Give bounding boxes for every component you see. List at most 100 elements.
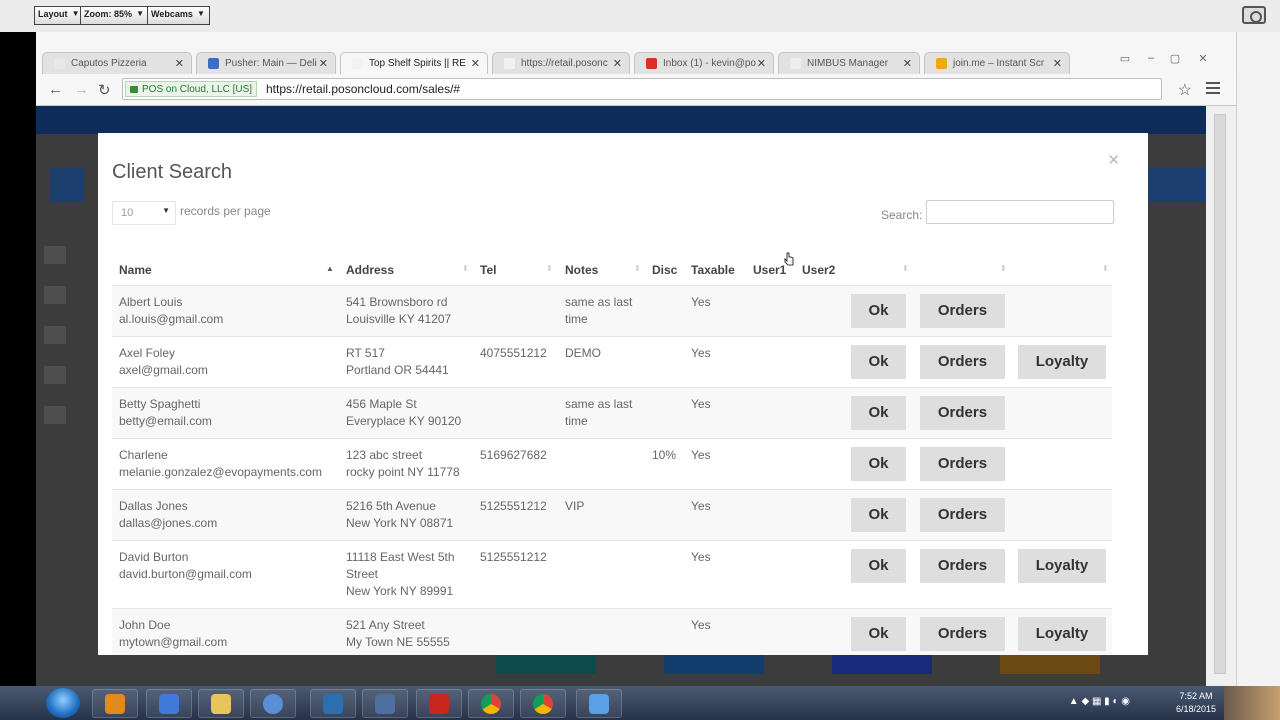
loyalty-button[interactable]: Loyalty	[1018, 549, 1106, 583]
tab-4[interactable]: Inbox (1) - kevin@po ✕	[634, 52, 774, 74]
loyalty-button[interactable]: Loyalty	[1018, 617, 1106, 651]
close-icon[interactable]: ✕	[1107, 151, 1120, 169]
page-length-select[interactable]: 10 ▼	[112, 201, 176, 225]
close-icon[interactable]: ✕	[471, 57, 480, 70]
ssl-badge[interactable]: POS on Cloud, LLC [US]	[125, 81, 258, 97]
start-button[interactable]	[46, 688, 80, 718]
orders-button[interactable]: Orders	[920, 549, 1005, 583]
forward-arrow-icon[interactable]: →	[74, 81, 89, 98]
minimize-icon[interactable]: –	[1140, 52, 1162, 66]
client-name-email[interactable]: Dallas Jones dallas@jones.com	[119, 498, 217, 532]
sort-icon[interactable]: ⬍	[1000, 264, 1007, 273]
maximize-icon[interactable]: ▢	[1164, 52, 1186, 66]
column-header-user2[interactable]: User2	[802, 263, 835, 277]
system-clock[interactable]: 7:52 AM 6/18/2015	[1176, 690, 1216, 716]
camera-icon[interactable]	[1242, 6, 1266, 24]
client-name-email[interactable]: Axel Foley axel@gmail.com	[119, 345, 208, 379]
back-arrow-icon[interactable]: ←	[48, 81, 63, 98]
hamburger-menu-icon[interactable]	[1206, 82, 1220, 94]
close-window-icon[interactable]: ✕	[1192, 52, 1214, 66]
tab-3[interactable]: https://retail.posonc ✕	[492, 52, 630, 74]
column-header-notes[interactable]: Notes	[565, 263, 598, 277]
close-icon[interactable]: ✕	[757, 57, 766, 70]
tab-5[interactable]: NIMBUS Manager ✕	[778, 52, 920, 74]
page-scrollbar[interactable]	[1206, 106, 1236, 686]
close-icon[interactable]: ✕	[319, 57, 328, 70]
ok-button[interactable]: Ok	[851, 498, 906, 532]
orders-button[interactable]: Orders	[920, 396, 1005, 430]
orders-button[interactable]: Orders	[920, 447, 1005, 481]
tab-label: Inbox (1) - kevin@po	[663, 58, 756, 69]
column-header-address[interactable]: Address	[346, 263, 394, 277]
filezilla-icon[interactable]	[416, 689, 462, 718]
layout-label: Layout	[38, 9, 68, 19]
ok-button[interactable]: Ok	[851, 549, 906, 583]
client-tel: 4075551212	[480, 346, 547, 360]
backdrop-block	[50, 168, 84, 202]
globe-icon[interactable]	[250, 689, 296, 718]
close-icon[interactable]: ✕	[1053, 57, 1062, 70]
taskbar: ▲ ◆ ▦ ▮ ◐ ◉ 7:52 AM 6/18/2015	[0, 686, 1280, 720]
search-label: Search:	[881, 208, 923, 222]
client-name-email[interactable]: Charlene melanie.gonzalez@evopayments.com	[119, 447, 322, 481]
close-icon[interactable]: ✕	[613, 57, 622, 70]
layout-dropdown[interactable]: Layout ▼	[34, 6, 85, 25]
orders-button[interactable]: Orders	[920, 498, 1005, 532]
client-notes: same as last time	[565, 294, 632, 328]
column-header-tel[interactable]: Tel	[480, 263, 496, 277]
chrome-icon-2[interactable]	[520, 689, 566, 718]
snowflake-icon[interactable]	[576, 689, 622, 718]
profile-icon[interactable]: ▭	[1114, 52, 1136, 66]
tab-1[interactable]: Pusher: Main — Deli ✕	[196, 52, 336, 74]
search-input[interactable]	[926, 200, 1114, 224]
ok-button[interactable]: Ok	[851, 294, 906, 328]
column-header-name[interactable]: Name	[119, 263, 152, 277]
tray-icons[interactable]: ▲ ◆ ▦ ▮ ◐ ◉	[1069, 696, 1130, 707]
remote-desktop-icon[interactable]	[310, 689, 356, 718]
show-desktop-button[interactable]	[1224, 686, 1280, 720]
column-header-disc[interactable]: Disc	[652, 263, 677, 277]
sort-icon[interactable]: ⬍	[634, 264, 641, 273]
zoom-dropdown[interactable]: Zoom: 85% ▼	[80, 6, 150, 25]
backdrop-block	[44, 326, 66, 344]
webcams-dropdown[interactable]: Webcams ▼	[147, 6, 210, 25]
orders-button[interactable]: Orders	[920, 617, 1005, 651]
tab-0[interactable]: Caputos Pizzeria ✕	[42, 52, 192, 74]
ok-button[interactable]: Ok	[851, 345, 906, 379]
close-icon[interactable]: ✕	[903, 57, 912, 70]
sort-icon[interactable]: ⬍	[1102, 264, 1109, 273]
backdrop-block	[44, 246, 66, 264]
reload-icon[interactable]: ↻	[98, 81, 111, 99]
notes-line: time	[565, 414, 588, 428]
client-tel: 5125551212	[480, 550, 547, 564]
bookmark-star-icon[interactable]: ☆	[1178, 80, 1192, 100]
client-name-email[interactable]: David Burton david.burton@gmail.com	[119, 549, 252, 583]
ok-button[interactable]: Ok	[851, 617, 906, 651]
client-name-email[interactable]: John Doe mytown@gmail.com	[119, 617, 227, 651]
sort-icon[interactable]: ⬍	[546, 264, 553, 273]
client-name-email[interactable]: Betty Spaghetti betty@email.com	[119, 396, 212, 430]
client-discount: 10%	[652, 448, 677, 462]
chrome-icon[interactable]	[468, 689, 514, 718]
media-player-icon[interactable]	[92, 689, 138, 718]
client-name-email[interactable]: Albert Louis al.louis@gmail.com	[119, 294, 223, 328]
close-icon[interactable]: ✕	[175, 57, 184, 70]
file-explorer-icon[interactable]	[198, 689, 244, 718]
orders-button[interactable]: Orders	[920, 345, 1005, 379]
network-icon[interactable]	[362, 689, 408, 718]
address-line: New York NY 08871	[346, 516, 454, 530]
orders-button[interactable]: Orders	[920, 294, 1005, 328]
ok-button[interactable]: Ok	[851, 396, 906, 430]
ok-button[interactable]: Ok	[851, 447, 906, 481]
app-store-icon[interactable]	[146, 689, 192, 718]
loyalty-button[interactable]: Loyalty	[1018, 345, 1106, 379]
tab-6[interactable]: join.me – Instant Scr ✕	[924, 52, 1070, 74]
column-header-taxable[interactable]: Taxable	[691, 263, 735, 277]
sort-asc-icon[interactable]: ▲	[326, 264, 334, 273]
sort-icon[interactable]: ⬍	[462, 264, 469, 273]
url-input[interactable]: POS on Cloud, LLC [US] https://retail.po…	[122, 78, 1162, 100]
column-header-user1[interactable]: User1	[753, 263, 786, 277]
sort-icon[interactable]: ⬍	[902, 264, 909, 273]
tab-2[interactable]: Top Shelf Spirits || RE ✕	[340, 52, 488, 74]
scrollbar-thumb[interactable]	[1214, 114, 1226, 674]
